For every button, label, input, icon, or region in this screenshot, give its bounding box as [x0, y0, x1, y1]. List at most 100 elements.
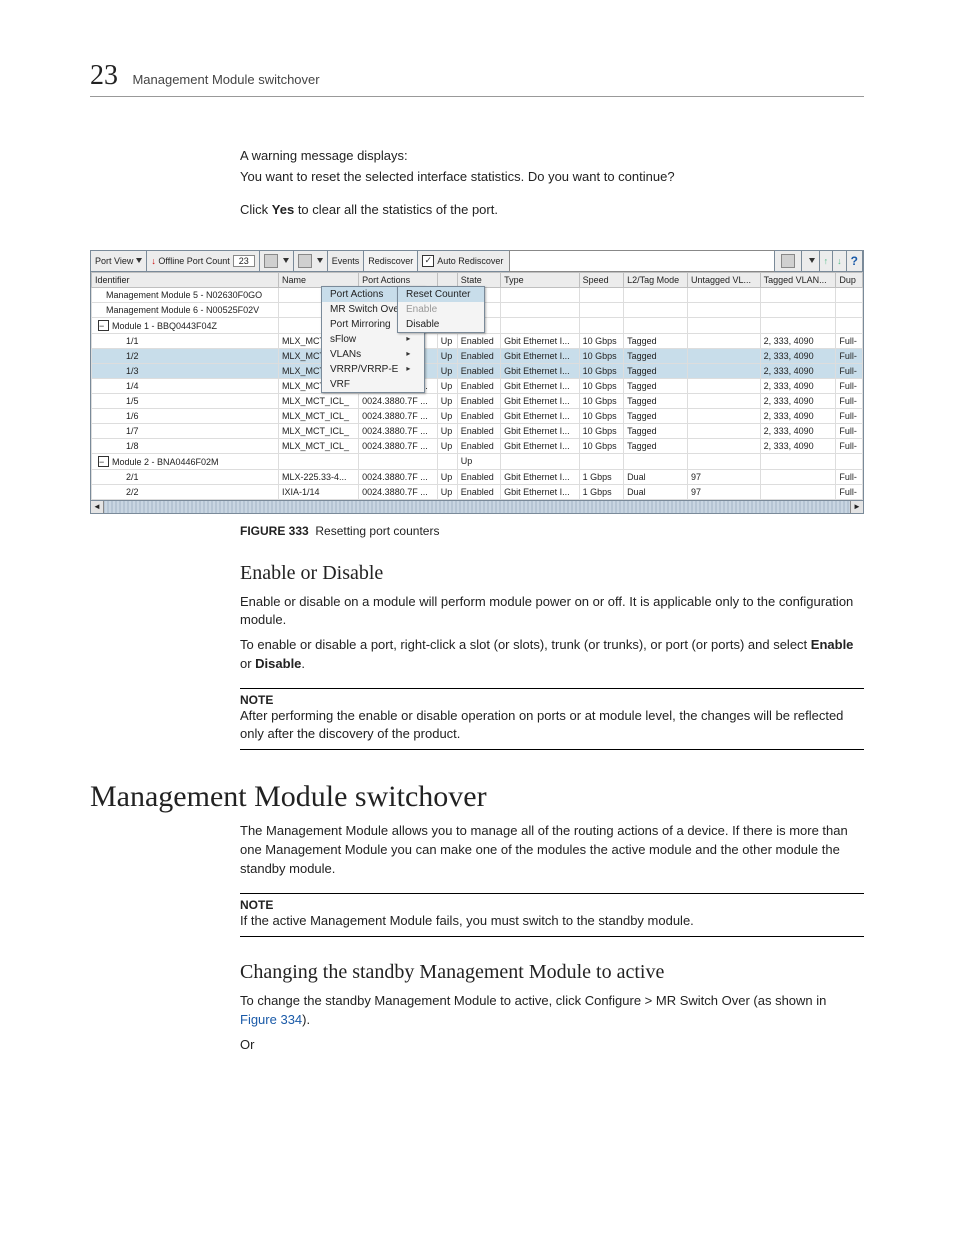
search-field[interactable] [509, 250, 774, 272]
column-header[interactable]: Type [501, 272, 580, 287]
click-yes-para: Click Yes to clear all the statistics of… [240, 201, 864, 220]
cell [687, 378, 760, 393]
note-enable: After performing the enable or disable o… [240, 707, 864, 743]
cell: Up [437, 333, 457, 348]
column-header[interactable]: Speed [579, 272, 623, 287]
table-row[interactable]: 1/8MLX_MCT_ICL_0024.3880.7F ...UpEnabled… [92, 438, 863, 453]
submenu-disable[interactable]: Disable [398, 317, 484, 332]
column-header[interactable]: Tagged VLAN... [760, 272, 836, 287]
toolbar-icon-4[interactable]: ↓ [833, 251, 847, 271]
cell [760, 484, 836, 499]
table-row[interactable]: 1/7MLX_MCT_ICL_0024.3880.7F ...UpEnabled… [92, 423, 863, 438]
cell: 10 Gbps [579, 348, 623, 363]
cell: Full- [836, 438, 863, 453]
tree-collapse-icon[interactable]: − [98, 456, 109, 467]
heading-changing-standby: Changing the standby Management Module t… [240, 961, 864, 984]
cell: Up [437, 469, 457, 484]
menu-vrrp[interactable]: VRRP/VRRP-E [322, 362, 424, 377]
table-row[interactable]: 1/2MLX_MCT_UpEnabledGbit Ethernet I...10… [92, 348, 863, 363]
menu-sflow[interactable]: sFlow [322, 332, 424, 347]
table-row[interactable]: 1/5MLX_MCT_ICL_0024.3880.7F ...UpEnabled… [92, 393, 863, 408]
cell [687, 393, 760, 408]
cell: Enabled [457, 438, 500, 453]
cell: 2, 333, 4090 [760, 393, 836, 408]
tool-split-button[interactable] [294, 251, 328, 271]
warning-line-2: You want to reset the selected interface… [240, 168, 864, 187]
topology-icon [264, 254, 278, 268]
cell [579, 453, 623, 469]
table-row[interactable]: 1/1MLX_MCT_UpEnabledGbit Ethernet I...10… [92, 333, 863, 348]
submenu-enable[interactable]: Enable [398, 302, 484, 317]
or-text: Or [240, 1036, 864, 1055]
offline-port-count: ↓ Offline Port Count23 [147, 251, 259, 271]
cell [624, 287, 688, 302]
cell: MLX-225.33-4... [279, 469, 359, 484]
auto-rediscover-toggle[interactable]: Auto Rediscover [418, 251, 507, 271]
cell: Full- [836, 408, 863, 423]
cell: Full- [836, 378, 863, 393]
port-view-dropdown[interactable]: Port View [91, 251, 147, 271]
txt: Click [240, 202, 272, 217]
cell: Full- [836, 333, 863, 348]
cell: Up [437, 408, 457, 423]
table-row[interactable]: 2/1MLX-225.33-4...0024.3880.7F ...UpEnab… [92, 469, 863, 484]
cell [687, 287, 760, 302]
cell: MLX_MCT_ICL_ [279, 423, 359, 438]
toolbar: Port View ↓ Offline Port Count23 Events … [91, 251, 863, 272]
cell [836, 453, 863, 469]
cell: 1 Gbps [579, 484, 623, 499]
table-row[interactable]: 2/2IXIA-1/140024.3880.7F ...UpEnabledGbi… [92, 484, 863, 499]
cell [624, 453, 688, 469]
cell [687, 423, 760, 438]
table-row[interactable]: −Module 2 - BNA0446F02MUp [92, 453, 863, 469]
help-button[interactable]: ? [847, 251, 863, 271]
menu-vrf[interactable]: VRF [322, 377, 424, 392]
column-header[interactable]: L2/Tag Mode [624, 272, 688, 287]
cell: Enabled [457, 408, 500, 423]
chevron-down-icon [809, 258, 815, 263]
cell: 2, 333, 4090 [760, 348, 836, 363]
cell [624, 302, 688, 317]
cell: Enabled [457, 333, 500, 348]
table-row[interactable]: 1/3MLX_MCT_UpEnabledGbit Ethernet I...10… [92, 363, 863, 378]
scroll-right-icon[interactable]: ► [850, 501, 863, 513]
figure-caption: FIGURE 333 Resetting port counters [240, 524, 864, 538]
horizontal-scrollbar[interactable]: ◄ ► [91, 500, 863, 513]
chevron-down-icon [283, 258, 289, 263]
cell: 0024.3880.7F ... [359, 438, 438, 453]
cell: Full- [836, 469, 863, 484]
chapter-title: Management Module switchover [132, 72, 319, 87]
topology-button[interactable] [260, 251, 294, 271]
cell: Dual [624, 469, 688, 484]
rediscover-button[interactable]: Rediscover [364, 251, 418, 271]
tree-collapse-icon[interactable]: − [98, 320, 109, 331]
table-row[interactable]: 1/4MLX_MCT_ICL_0024.3880.7F ...UpEnabled… [92, 378, 863, 393]
cell: 10 Gbps [579, 393, 623, 408]
cell: Full- [836, 363, 863, 378]
cell: 1 Gbps [579, 469, 623, 484]
cell [760, 469, 836, 484]
cell [836, 302, 863, 317]
cell: Up [437, 438, 457, 453]
column-header[interactable]: Dup [836, 272, 863, 287]
link-figure-334[interactable]: Figure 334 [240, 1012, 302, 1027]
toolbar-icon-2[interactable] [802, 251, 820, 271]
table-row[interactable]: 1/6MLX_MCT_ICL_0024.3880.7F ...UpEnabled… [92, 408, 863, 423]
column-header[interactable]: Identifier [92, 272, 279, 287]
cell: 10 Gbps [579, 378, 623, 393]
cell: Enabled [457, 348, 500, 363]
toolbar-icon-3[interactable]: ↑ [820, 251, 834, 271]
menu-vlans[interactable]: VLANs [322, 347, 424, 362]
context-submenu[interactable]: Reset Counter Enable Disable [397, 286, 485, 333]
scroll-left-icon[interactable]: ◄ [91, 501, 104, 513]
cell: Full- [836, 423, 863, 438]
toolbar-icon-1[interactable] [777, 251, 802, 271]
cell: Tagged [624, 423, 688, 438]
events-button[interactable]: Events [328, 251, 365, 271]
cell: Gbit Ethernet I... [501, 348, 580, 363]
submenu-reset-counter[interactable]: Reset Counter [398, 287, 484, 302]
cell: Enabled [457, 363, 500, 378]
chapter-number: 23 [90, 60, 118, 92]
column-header[interactable]: Untagged VL... [687, 272, 760, 287]
cell: 2, 333, 4090 [760, 378, 836, 393]
